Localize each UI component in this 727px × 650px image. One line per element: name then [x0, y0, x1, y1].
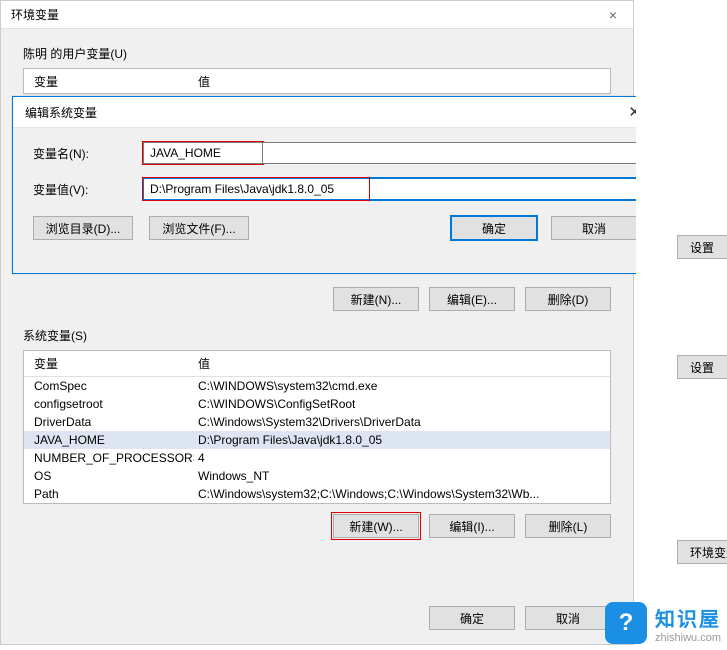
list-header: 变量 值 — [24, 351, 610, 377]
system-vars-list[interactable]: 变量 值 ComSpecC:\WINDOWS\system32\cmd.exec… — [23, 350, 611, 504]
logo-cn: 知识屋 — [655, 603, 721, 632]
dialog-ok-button[interactable]: 确定 — [451, 216, 537, 240]
user-delete-button[interactable]: 删除(D) — [525, 287, 611, 311]
variable-name-input-ext[interactable] — [263, 142, 637, 164]
dialog-cancel-button[interactable]: 取消 — [551, 216, 637, 240]
name-row: 变量名(N): — [33, 142, 637, 164]
cell-value: C:\Windows\System32\Drivers\DriverData — [194, 415, 610, 429]
cell-value: 4 — [194, 451, 610, 465]
system-vars-label: 系统变量(S) — [23, 327, 633, 344]
system-delete-button[interactable]: 删除(L) — [525, 514, 611, 538]
right-panel: 设置 设置 环境变量 — [636, 0, 727, 650]
table-row[interactable]: JAVA_HOMED:\Program Files\Java\jdk1.8.0_… — [24, 431, 610, 449]
cell-value: D:\Program Files\Java\jdk1.8.0_05 — [194, 433, 610, 447]
cell-value: C:\WINDOWS\ConfigSetRoot — [194, 397, 610, 411]
table-row[interactable]: PathC:\Windows\system32;C:\Windows;C:\Wi… — [24, 485, 610, 503]
window-footer-buttons: 确定 取消 — [429, 606, 611, 630]
value-row: 变量值(V): — [33, 178, 637, 200]
cell-variable: configsetroot — [24, 397, 194, 411]
table-row[interactable]: OSWindows_NT — [24, 467, 610, 485]
system-edit-button[interactable]: 编辑(I)... — [429, 514, 515, 538]
user-new-button[interactable]: 新建(N)... — [333, 287, 419, 311]
cell-variable: NUMBER_OF_PROCESSORS — [24, 451, 194, 465]
cell-variable: JAVA_HOME — [24, 433, 194, 447]
user-vars-label: 陈明 的用户变量(U) — [23, 45, 633, 62]
logo-glyph: ? — [619, 609, 634, 637]
list-header: 变量 值 — [24, 69, 610, 95]
col-value[interactable]: 值 — [194, 73, 610, 90]
name-label: 变量名(N): — [33, 145, 143, 162]
system-rows: ComSpecC:\WINDOWS\system32\cmd.execonfig… — [24, 377, 610, 503]
browse-dir-button[interactable]: 浏览目录(D)... — [33, 216, 133, 240]
site-logo: ? 知识屋 zhishiwu.com — [605, 602, 721, 644]
system-vars-buttons: 新建(W)... 编辑(I)... 删除(L) — [1, 514, 611, 538]
edit-variable-dialog: 编辑系统变量 ✕ 变量名(N): 变量值(V): 浏览目录(D)... 浏览文件… — [12, 96, 658, 274]
user-vars-section: 陈明 的用户变量(U) 变量 值 — [1, 45, 633, 94]
cell-value: C:\WINDOWS\system32\cmd.exe — [194, 379, 610, 393]
cell-variable: ComSpec — [24, 379, 194, 393]
user-edit-button[interactable]: 编辑(E)... — [429, 287, 515, 311]
variable-value-input[interactable] — [143, 178, 637, 200]
system-new-button[interactable]: 新建(W)... — [333, 514, 419, 538]
dialog-titlebar: 编辑系统变量 ✕ — [13, 97, 657, 128]
env-vars-button[interactable]: 环境变量 — [677, 540, 727, 564]
window-title: 环境变量 — [11, 6, 59, 23]
col-variable[interactable]: 变量 — [24, 355, 194, 372]
dialog-title: 编辑系统变量 — [25, 104, 97, 121]
user-vars-list[interactable]: 变量 值 — [23, 68, 611, 94]
cell-variable: OS — [24, 469, 194, 483]
cell-value: Windows_NT — [194, 469, 610, 483]
dialog-button-row: 浏览目录(D)... 浏览文件(F)... 确定 取消 — [33, 216, 637, 240]
close-icon[interactable]: × — [603, 7, 623, 23]
table-row[interactable]: ComSpecC:\WINDOWS\system32\cmd.exe — [24, 377, 610, 395]
cancel-button[interactable]: 取消 — [525, 606, 611, 630]
table-row[interactable]: DriverDataC:\Windows\System32\Drivers\Dr… — [24, 413, 610, 431]
table-row[interactable]: NUMBER_OF_PROCESSORS4 — [24, 449, 610, 467]
system-vars-section: 系统变量(S) 变量 值 ComSpecC:\WINDOWS\system32\… — [1, 311, 633, 538]
col-variable[interactable]: 变量 — [24, 73, 194, 90]
table-row[interactable]: configsetrootC:\WINDOWS\ConfigSetRoot — [24, 395, 610, 413]
logo-text: 知识屋 zhishiwu.com — [655, 603, 721, 644]
user-vars-buttons: 新建(N)... 编辑(E)... 删除(D) — [333, 287, 611, 311]
cell-variable: DriverData — [24, 415, 194, 429]
settings-button-1[interactable]: 设置 — [677, 235, 727, 259]
logo-en: zhishiwu.com — [655, 632, 721, 644]
value-label: 变量值(V): — [33, 181, 143, 198]
col-value[interactable]: 值 — [194, 355, 610, 372]
browse-file-button[interactable]: 浏览文件(F)... — [149, 216, 249, 240]
ok-button[interactable]: 确定 — [429, 606, 515, 630]
variable-name-input[interactable] — [143, 142, 263, 164]
settings-button-2[interactable]: 设置 — [677, 355, 727, 379]
logo-badge-icon: ? — [605, 602, 647, 644]
cell-value: C:\Windows\system32;C:\Windows;C:\Window… — [194, 487, 610, 501]
window-titlebar: 环境变量 × — [1, 1, 633, 29]
cell-variable: Path — [24, 487, 194, 501]
